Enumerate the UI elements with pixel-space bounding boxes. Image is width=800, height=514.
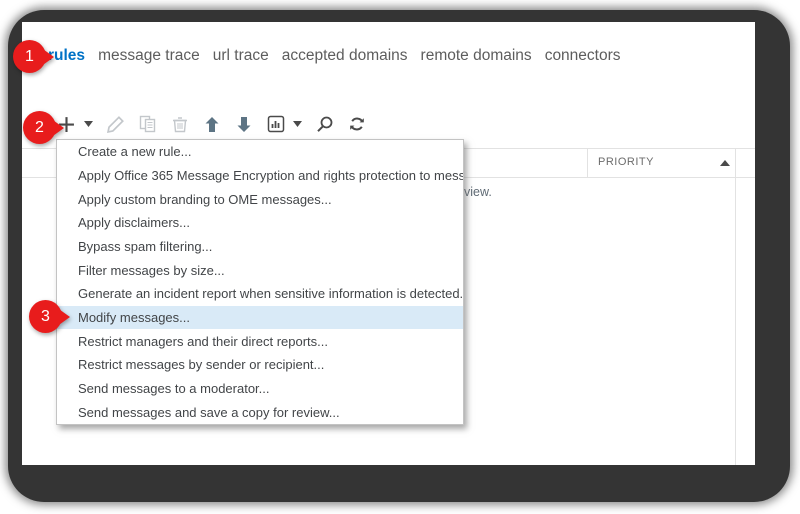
empty-view-text-fragment: view. xyxy=(464,185,492,199)
scrollbar-gutter-line xyxy=(735,149,736,465)
menu-item-bypass-spam-filtering[interactable]: Bypass spam filtering... xyxy=(57,235,463,259)
menu-item-restrict-managers[interactable]: Restrict managers and their direct repor… xyxy=(57,329,463,353)
report-icon[interactable] xyxy=(266,114,285,134)
move-up-icon[interactable] xyxy=(202,114,221,134)
menu-item-create-new-rule[interactable]: Create a new rule... xyxy=(57,140,463,164)
add-caret-icon[interactable] xyxy=(83,114,93,134)
mail-flow-nav: rules message trace url trace accepted d… xyxy=(48,47,621,65)
move-down-icon[interactable] xyxy=(234,114,253,134)
screenshot-stage: rules message trace url trace accepted d… xyxy=(0,0,800,514)
rules-toolbar xyxy=(57,110,366,138)
callout-2: 2 xyxy=(23,111,71,145)
menu-item-modify-messages[interactable]: Modify messages... xyxy=(57,306,463,330)
callout-1: 1 xyxy=(13,40,61,74)
callout-2-pointer xyxy=(50,118,64,138)
edit-icon xyxy=(106,114,125,134)
tab-remote-domains[interactable]: remote domains xyxy=(421,47,532,65)
tab-message-trace[interactable]: message trace xyxy=(98,47,200,65)
menu-item-apply-ome-encryption[interactable]: Apply Office 365 Message Encryption and … xyxy=(57,164,463,188)
menu-item-generate-incident-report[interactable]: Generate an incident report when sensiti… xyxy=(57,282,463,306)
menu-item-restrict-by-sender-recipient[interactable]: Restrict messages by sender or recipient… xyxy=(57,353,463,377)
tab-url-trace[interactable]: url trace xyxy=(213,47,269,65)
delete-icon xyxy=(170,114,189,134)
menu-item-apply-custom-branding[interactable]: Apply custom branding to OME messages... xyxy=(57,187,463,211)
callout-1-pointer xyxy=(40,47,54,67)
tab-connectors[interactable]: connectors xyxy=(545,47,621,65)
callout-3-pointer xyxy=(56,307,70,327)
menu-item-send-save-copy[interactable]: Send messages and save a copy for review… xyxy=(57,400,463,424)
exchange-admin-screen: rules message trace url trace accepted d… xyxy=(22,22,755,465)
column-separator xyxy=(587,149,588,177)
report-caret-icon[interactable] xyxy=(292,114,302,134)
copy-icon xyxy=(138,114,157,134)
refresh-icon[interactable] xyxy=(347,114,366,134)
menu-item-filter-by-size[interactable]: Filter messages by size... xyxy=(57,258,463,282)
search-icon[interactable] xyxy=(315,114,334,134)
callout-3: 3 xyxy=(29,300,77,334)
sort-ascending-icon xyxy=(720,160,730,166)
new-rule-dropdown-menu: Create a new rule... Apply Office 365 Me… xyxy=(56,139,464,425)
tab-accepted-domains[interactable]: accepted domains xyxy=(282,47,408,65)
menu-item-send-to-moderator[interactable]: Send messages to a moderator... xyxy=(57,377,463,401)
priority-column-header[interactable]: PRIORITY xyxy=(598,156,654,168)
menu-item-apply-disclaimers[interactable]: Apply disclaimers... xyxy=(57,211,463,235)
